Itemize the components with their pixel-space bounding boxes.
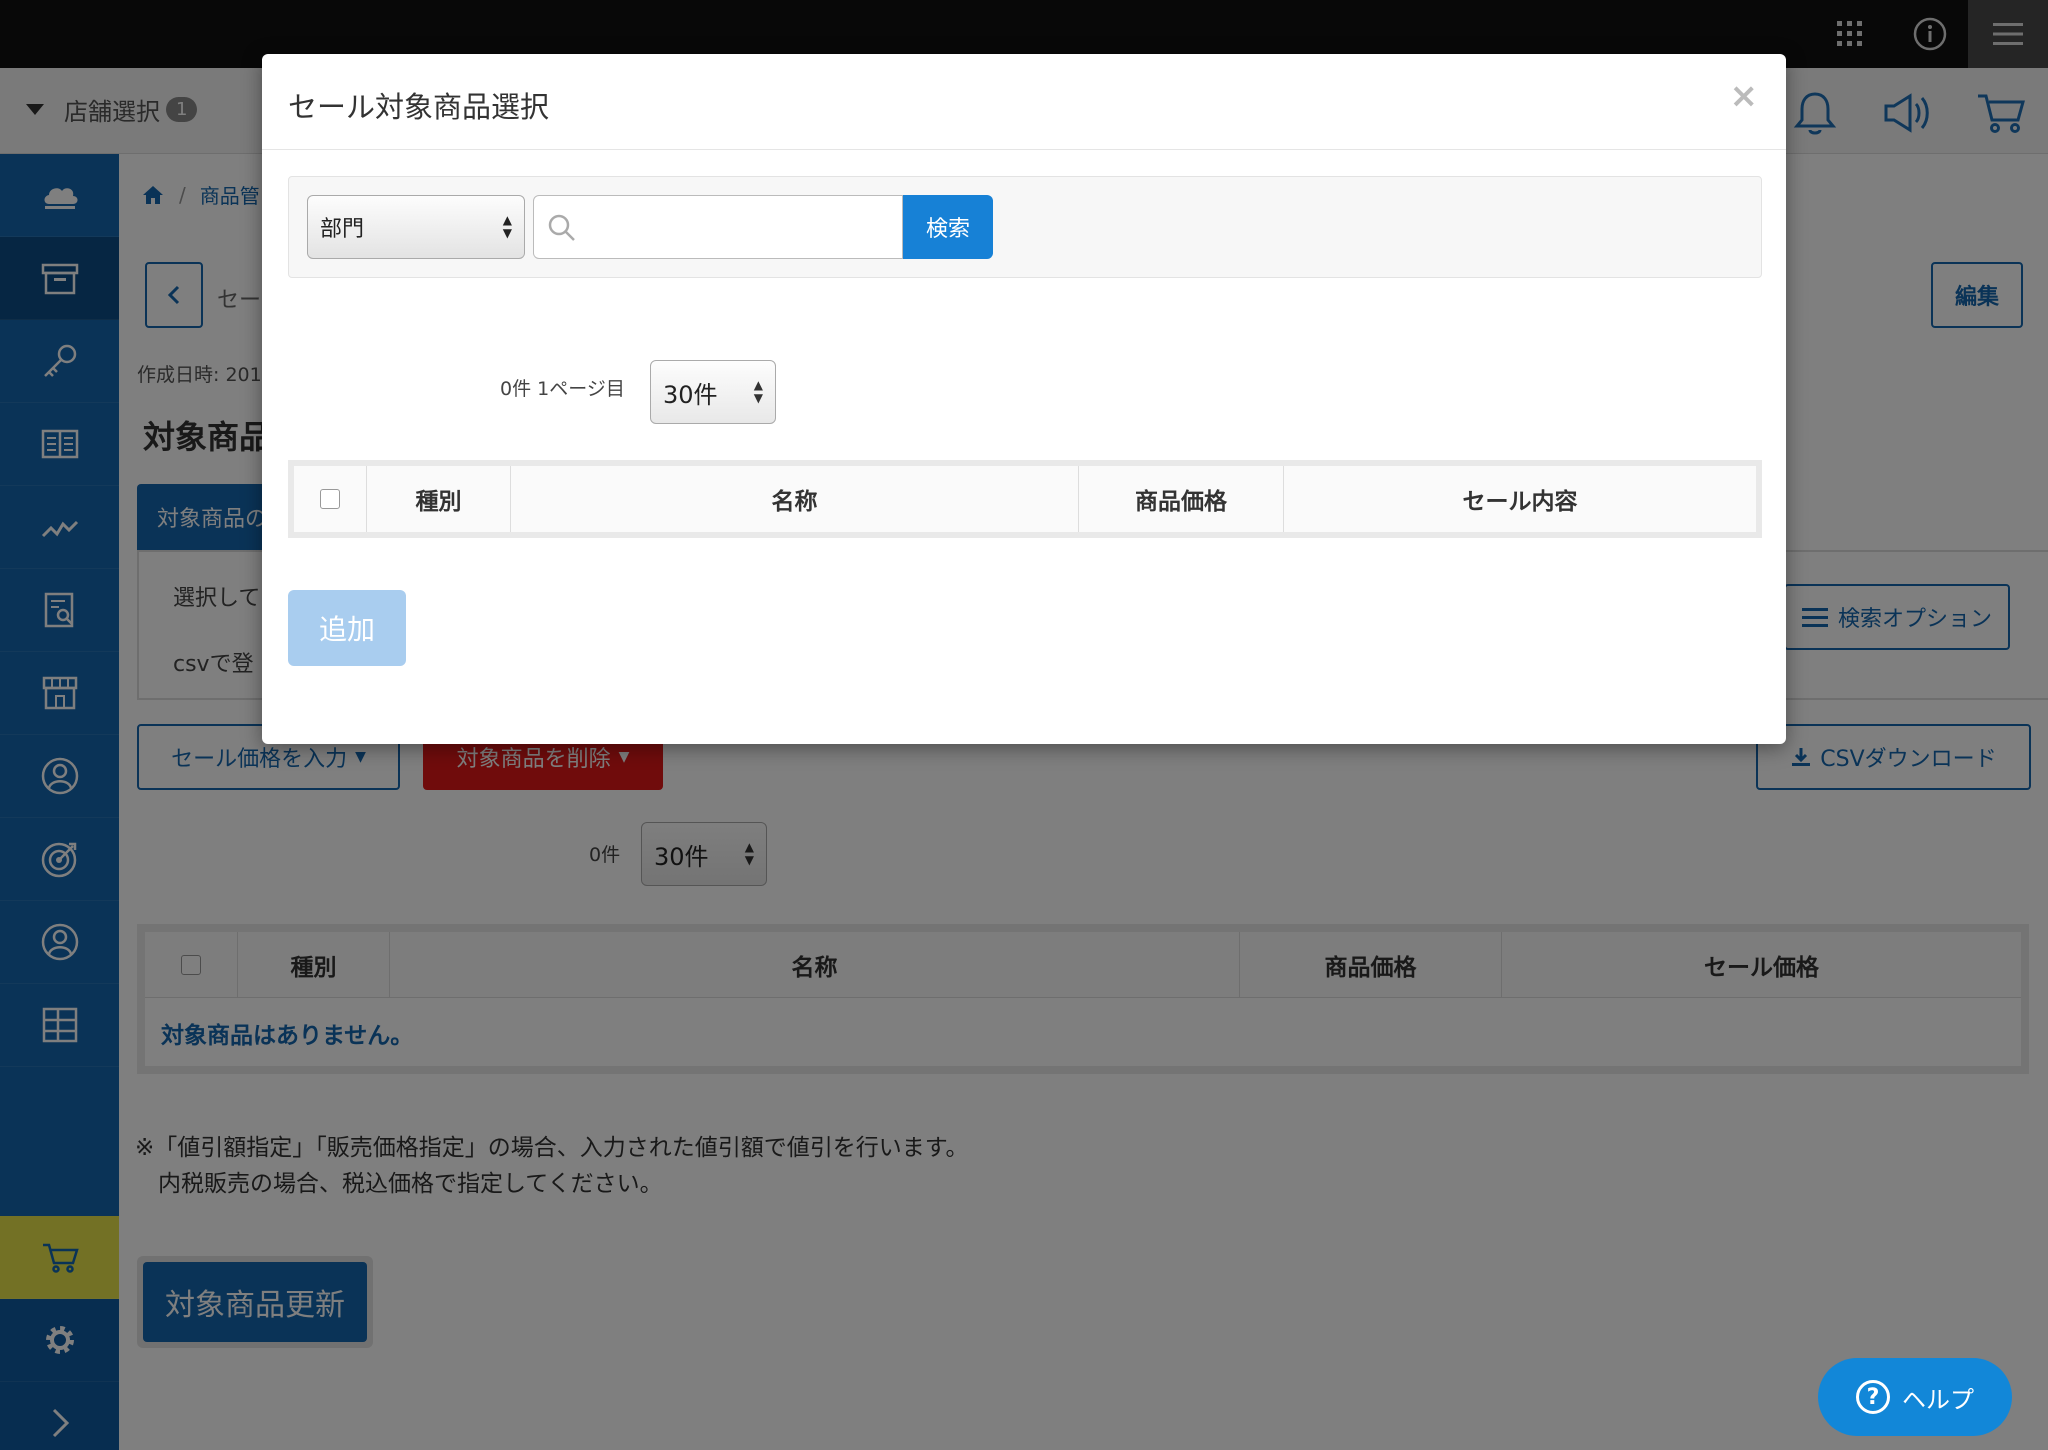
modal-select-all-checkbox[interactable]: [320, 489, 340, 509]
filter-box: 部門 ▲ ▼ 検索: [288, 176, 1762, 278]
search-icon: [548, 214, 575, 241]
modal-products-table: 種別 名称 商品価格 セール内容: [288, 460, 1762, 538]
select-arrows-icon: ▲▼: [753, 378, 763, 405]
search-input[interactable]: [533, 195, 903, 259]
modal-title: セール対象商品選択: [288, 90, 550, 124]
modal-per-page-value: 30件: [663, 380, 718, 409]
product-select-modal: セール対象商品選択 × 部門 ▲ ▼ 検索 0件 1ページ目 30件 ▲ ▼ 種別 …: [262, 54, 1786, 744]
department-select-value: 部門: [320, 217, 365, 242]
modal-per-page-select[interactable]: 30件 ▲ ▼: [650, 360, 776, 424]
help-button[interactable]: ? ヘルプ: [1818, 1358, 2012, 1436]
modal-result-count: 0件 1ページ目: [500, 378, 625, 400]
help-label: ヘルプ: [1902, 1385, 1974, 1414]
department-select[interactable]: 部門 ▲ ▼: [307, 195, 525, 259]
modal-col-sale-content: セール内容: [1283, 466, 1756, 532]
modal-col-name: 名称: [510, 466, 1078, 532]
search-button[interactable]: 検索: [903, 195, 993, 259]
add-button[interactable]: 追加: [288, 590, 406, 666]
modal-col-type: 種別: [366, 466, 510, 532]
select-arrows-icon: ▲▼: [502, 213, 512, 240]
close-icon[interactable]: ×: [1730, 76, 1759, 116]
modal-header-checkbox-cell: [294, 466, 366, 532]
modal-col-product-price: 商品価格: [1078, 466, 1283, 532]
modal-header: セール対象商品選択 ×: [262, 54, 1786, 150]
question-icon: ?: [1856, 1380, 1890, 1414]
